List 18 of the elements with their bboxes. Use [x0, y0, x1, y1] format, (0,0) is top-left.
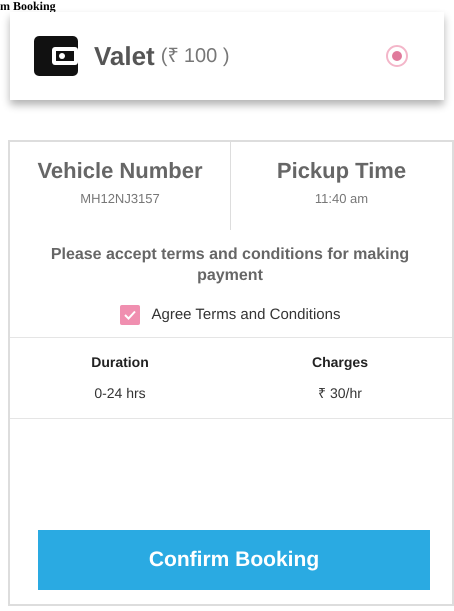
detail-value: 11:40 am — [314, 190, 368, 208]
table-cell-text: 0-24 hrs — [93, 384, 147, 402]
option-label: Valet — [94, 40, 155, 72]
terms-notice: Please accept terms and conditions for making payment — [50, 245, 410, 286]
wallet-icon — [34, 36, 78, 76]
agree-label: Agree Terms and Conditions — [152, 305, 340, 325]
option-price: (₹ 100 ) — [160, 44, 230, 69]
page-heading: m Booking — [0, 0, 56, 12]
radio-button[interactable] — [386, 45, 408, 67]
check-icon — [122, 308, 136, 322]
column-header: Charges — [310, 352, 370, 372]
table-cell-text: ₹ 30/hr — [317, 384, 363, 402]
agree-checkbox[interactable] — [120, 305, 140, 326]
detail-label: Pickup Time — [276, 157, 406, 185]
detail-value: MH12NJ3157 — [80, 190, 160, 208]
column-header: Duration — [90, 352, 150, 372]
valet-option-card[interactable]: Valet (₹ 100 ) — [10, 12, 444, 100]
detail-label: Vehicle Number — [37, 157, 203, 185]
